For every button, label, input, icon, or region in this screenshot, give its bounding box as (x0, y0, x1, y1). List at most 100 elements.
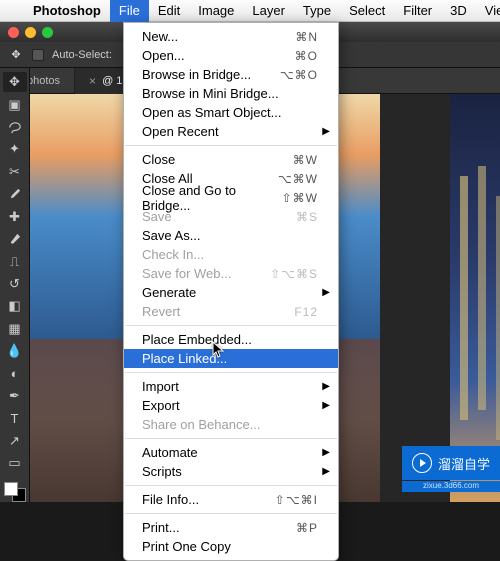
stamp-tool[interactable]: ⎍ (3, 251, 27, 271)
menu-item-label: Close (142, 152, 175, 167)
menu-item-save-for-web: Save for Web... ⇧⌥⌘S (124, 264, 338, 283)
close-window-button[interactable] (8, 27, 19, 38)
menu-item-check-in: Check In... (124, 245, 338, 264)
menu-separator (125, 325, 337, 326)
menu-item-place-linked[interactable]: Place Linked... (124, 349, 338, 368)
path-tool[interactable]: ↗ (3, 431, 27, 451)
pen-tool[interactable]: ✒ (3, 386, 27, 406)
menu-item-label: Export (142, 398, 180, 413)
menu-item-open-recent[interactable]: Open Recent ▶ (124, 122, 338, 141)
crop-tool[interactable]: ✂ (3, 162, 27, 182)
menu-item-open-as-smart-object[interactable]: Open as Smart Object... (124, 103, 338, 122)
brush-tool[interactable] (3, 229, 27, 249)
type-tool[interactable]: T (3, 408, 27, 428)
watermark-text: 溜溜自学 (438, 454, 490, 473)
menu-shortcut: ⌘O (295, 49, 318, 63)
submenu-arrow-icon: ▶ (322, 381, 330, 392)
menu-select[interactable]: Select (340, 0, 394, 22)
menu-separator (125, 438, 337, 439)
menu-image[interactable]: Image (189, 0, 243, 22)
app-menu[interactable]: Photoshop (24, 0, 110, 22)
play-icon (412, 453, 432, 473)
eyedropper-tool[interactable] (3, 184, 27, 204)
wand-tool[interactable]: ✦ (3, 139, 27, 159)
watermark-url: zixue.3d66.com (402, 481, 500, 492)
menu-item-close[interactable]: Close⌘W (124, 150, 338, 169)
menu-item-label: Scripts (142, 464, 182, 479)
tools-panel: ✥ ▣ ✦ ✂ ✚ ⎍ ↺ ◧ ▦ 💧 ◐ ✒ T ↗ ▭ (0, 68, 30, 502)
dodge-tool[interactable]: ◐ (3, 363, 27, 383)
canvas-pasteboard (380, 94, 450, 502)
menu-filter[interactable]: Filter (394, 0, 441, 22)
lasso-tool[interactable] (3, 117, 27, 137)
submenu-arrow-icon: ▶ (322, 126, 330, 137)
tab-label: photos (27, 75, 60, 87)
menu-item-label: Save (142, 209, 172, 224)
blur-tool[interactable]: 💧 (3, 341, 27, 361)
eraser-tool[interactable]: ◧ (3, 296, 27, 316)
gradient-tool[interactable]: ▦ (3, 319, 27, 339)
menu-item-new[interactable]: New...⌘N (124, 27, 338, 46)
marquee-tool[interactable]: ▣ (3, 94, 27, 114)
minimize-window-button[interactable] (25, 27, 36, 38)
menu-shortcut: ⇧⌥⌘S (270, 267, 318, 281)
menu-item-save-as[interactable]: Save As... (124, 226, 338, 245)
menu-item-label: Open Recent (142, 124, 219, 139)
menu-item-label: Open as Smart Object... (142, 105, 281, 120)
menu-item-label: Share on Behance... (142, 417, 261, 432)
menu-item-close-and-go-to-bridge[interactable]: Close and Go to Bridge...⇧⌘W (124, 188, 338, 207)
menu-item-label: New... (142, 29, 178, 44)
menu-item-browse-in-mini-bridge[interactable]: Browse in Mini Bridge... (124, 84, 338, 103)
mac-menubar: Photoshop File Edit Image Layer Type Sel… (0, 0, 500, 22)
menu-separator (125, 145, 337, 146)
menu-item-print[interactable]: Print...⌘P (124, 518, 338, 537)
menu-shortcut: ⇧⌥⌘I (275, 493, 318, 507)
watermark-badge: 溜溜自学 (402, 446, 500, 480)
menu-type[interactable]: Type (294, 0, 340, 22)
shape-tool[interactable]: ▭ (3, 453, 27, 473)
menu-file[interactable]: File (110, 0, 149, 22)
history-brush-tool[interactable]: ↺ (3, 274, 27, 294)
menu-item-label: Print One Copy (142, 539, 231, 554)
move-tool[interactable]: ✥ (3, 72, 27, 92)
menu-shortcut: ⌥⌘W (278, 172, 318, 186)
menu-separator (125, 372, 337, 373)
document-canvas[interactable] (450, 94, 500, 502)
close-tab-icon[interactable]: × (89, 74, 96, 88)
menu-item-label: Save for Web... (142, 266, 231, 281)
menu-separator (125, 485, 337, 486)
menu-item-label: Save As... (142, 228, 201, 243)
menu-item-browse-in-bridge[interactable]: Browse in Bridge...⌥⌘O (124, 65, 338, 84)
foreground-color[interactable] (4, 482, 18, 496)
submenu-arrow-icon: ▶ (322, 400, 330, 411)
menu-shortcut: ⇧⌘W (282, 191, 318, 205)
color-swatches[interactable] (4, 482, 26, 502)
menu-item-import[interactable]: Import ▶ (124, 377, 338, 396)
menu-item-export[interactable]: Export ▶ (124, 396, 338, 415)
menu-item-share-on-behance: Share on Behance... (124, 415, 338, 434)
zoom-window-button[interactable] (42, 27, 53, 38)
heal-tool[interactable]: ✚ (3, 207, 27, 227)
menu-item-print-one-copy[interactable]: Print One Copy (124, 537, 338, 556)
auto-select-checkbox[interactable] (32, 49, 44, 61)
menu-item-label: Browse in Mini Bridge... (142, 86, 279, 101)
menu-3d[interactable]: 3D (441, 0, 476, 22)
menu-item-file-info[interactable]: File Info...⇧⌥⌘I (124, 490, 338, 509)
menu-item-label: Place Embedded... (142, 332, 252, 347)
menu-item-label: Print... (142, 520, 180, 535)
menu-item-generate[interactable]: Generate▶ (124, 283, 338, 302)
menu-item-place-embedded[interactable]: Place Embedded... (124, 330, 338, 349)
menu-item-label: Browse in Bridge... (142, 67, 251, 82)
menu-item-label: Import (142, 379, 179, 394)
menu-item-automate[interactable]: Automate▶ (124, 443, 338, 462)
auto-select-label: Auto-Select: (52, 49, 112, 61)
menu-item-open[interactable]: Open...⌘O (124, 46, 338, 65)
menu-view[interactable]: View (476, 0, 500, 22)
menu-item-label: Revert (142, 304, 180, 319)
menu-item-scripts[interactable]: Scripts▶ (124, 462, 338, 481)
menu-item-revert: RevertF12 (124, 302, 338, 321)
menu-edit[interactable]: Edit (149, 0, 189, 22)
move-tool-icon: ✥ (8, 47, 24, 63)
menu-layer[interactable]: Layer (243, 0, 294, 22)
menu-item-label: Place Linked... (142, 351, 227, 366)
